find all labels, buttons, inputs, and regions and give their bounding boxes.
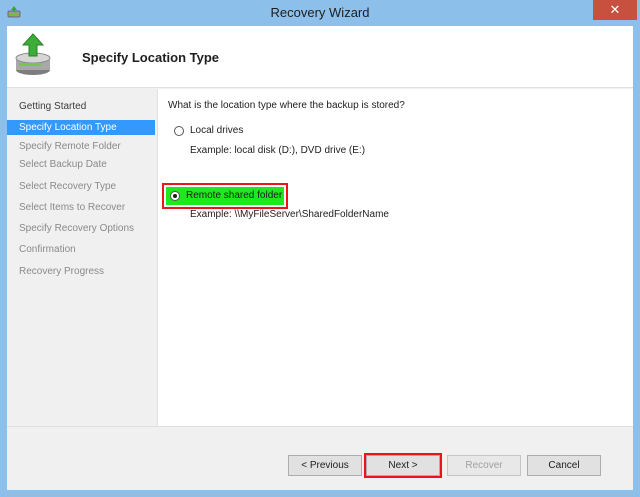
remote-shared-folder-example: Example: \\MyFileServer\SharedFolderName <box>190 209 389 220</box>
window-title: Recovery Wizard <box>270 5 370 20</box>
wizard-header: Specify Location Type <box>7 26 633 88</box>
backup-drive-recover-icon <box>15 33 51 75</box>
recovery-wizard-window: Recovery Wizard ✕ Specify Location Type … <box>0 0 640 497</box>
step-confirmation: Confirmation <box>19 244 76 255</box>
wizard-steps-panel: Getting Started Specify Location Type Sp… <box>7 89 157 426</box>
step-getting-started[interactable]: Getting Started <box>7 99 155 114</box>
wizard-content-panel: What is the location type where the back… <box>157 89 633 426</box>
recover-button[interactable]: Recover <box>447 455 521 476</box>
remote-shared-folder-option[interactable]: Remote shared folder <box>170 188 284 204</box>
wizard-client-area: Specify Location Type Getting Started Sp… <box>7 26 633 490</box>
title-bar[interactable]: Recovery Wizard ✕ <box>0 0 640 26</box>
next-button[interactable]: Next > <box>366 455 440 476</box>
step-specify-recovery-options: Specify Recovery Options <box>19 223 135 234</box>
previous-button[interactable]: < Previous <box>288 455 362 476</box>
wizard-footer: < Previous Next > Recover Cancel <box>7 426 633 490</box>
step-select-items-to-recover: Select Items to Recover <box>19 202 126 213</box>
step-specify-remote-folder: Specify Remote Folder <box>19 141 121 152</box>
page-title: Specify Location Type <box>82 50 220 65</box>
radio-selected-dot <box>173 194 177 198</box>
local-drives-label[interactable]: Local drives <box>190 123 243 139</box>
remote-shared-folder-radio[interactable] <box>170 191 180 201</box>
remote-shared-folder-label[interactable]: Remote shared folder <box>186 188 282 204</box>
local-drives-radio[interactable] <box>174 126 184 136</box>
local-drives-example: Example: local disk (D:), DVD drive (E:) <box>190 145 366 156</box>
step-select-recovery-type: Select Recovery Type <box>19 181 117 192</box>
cancel-button[interactable]: Cancel <box>527 455 601 476</box>
next-button-highlight: Next > <box>364 453 442 478</box>
close-button[interactable]: ✕ <box>593 0 637 20</box>
local-drives-option[interactable]: Local drives <box>174 123 374 139</box>
step-select-backup-date: Select Backup Date <box>19 159 107 170</box>
step-recovery-progress: Recovery Progress <box>19 266 105 277</box>
step-specify-location-type[interactable]: Specify Location Type <box>7 120 155 135</box>
location-question: What is the location type where the back… <box>168 100 405 111</box>
close-icon: ✕ <box>609 2 621 17</box>
